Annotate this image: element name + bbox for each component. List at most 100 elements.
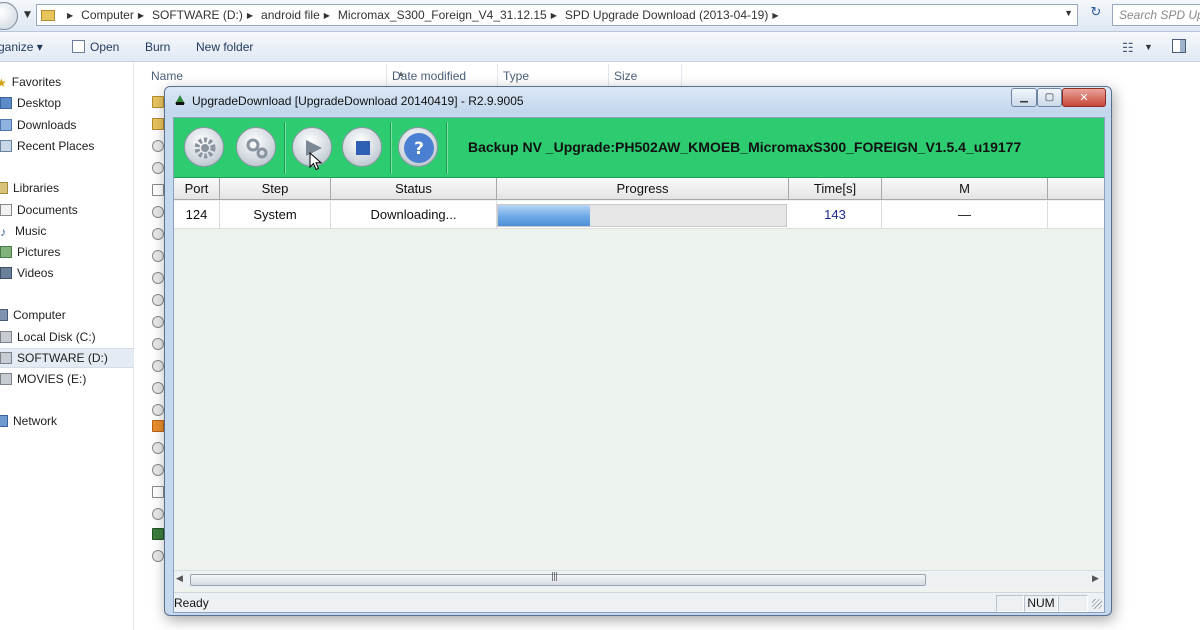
column-size[interactable]: Size	[614, 69, 637, 83]
chevron-right-icon[interactable]: ▶	[772, 11, 778, 20]
new-folder-button[interactable]: New folder	[196, 40, 253, 54]
breadcrumb-computer[interactable]: Computer	[81, 8, 134, 22]
breadcrumb-spd-folder[interactable]: SPD Upgrade Download (2013-04-19)	[565, 8, 768, 22]
scroll-left-icon[interactable]: ◀	[176, 574, 183, 584]
column-step[interactable]: Step	[220, 178, 331, 200]
chevron-right-icon[interactable]: ▶	[551, 11, 557, 20]
progress-bar-fill	[498, 205, 590, 226]
sidebar-item-music[interactable]: ♪ Music	[0, 221, 134, 241]
sidebar-item-libraries[interactable]: Libraries	[0, 178, 130, 198]
sidebar-item-label: Documents	[17, 203, 78, 217]
sidebar-item-software-drive[interactable]: SOFTWARE (D:)	[0, 348, 134, 368]
burn-button[interactable]: Burn	[145, 40, 170, 54]
sidebar-item-movies-drive[interactable]: MOVIES (E:)	[0, 369, 134, 389]
horizontal-scrollbar[interactable]: ◀ ||| ▶	[174, 570, 1104, 588]
window-title: UpgradeDownload [UpgradeDownload 2014041…	[192, 94, 524, 108]
view-options-icon[interactable]: ☷	[1122, 40, 1134, 56]
file-gear-icon[interactable]	[152, 338, 164, 350]
sidebar-item-recent-places[interactable]: Recent Places	[0, 136, 134, 156]
sidebar-item-label: Music	[15, 224, 47, 238]
help-button[interactable]: ?	[398, 127, 438, 167]
sidebar-item-desktop[interactable]: Desktop	[0, 93, 134, 113]
cell-port: 124	[174, 201, 220, 229]
folder-icon[interactable]	[152, 118, 164, 130]
downloads-icon	[0, 119, 12, 131]
file-gear-icon[interactable]	[152, 272, 164, 284]
open-icon	[72, 40, 85, 53]
sidebar-item-computer[interactable]: Computer	[0, 305, 130, 325]
file-gear-icon[interactable]	[152, 464, 164, 476]
file-list-header: ▲ Name Date modified Type Size	[135, 62, 1200, 86]
breadcrumb-micromax-folder[interactable]: Micromax_S300_Foreign_V4_31.12.15	[338, 8, 547, 22]
sidebar-item-downloads[interactable]: Downloads	[0, 115, 134, 135]
client-area: ? Backup NV _Upgrade:PH502AW_KMOEB_Micro…	[173, 117, 1105, 613]
file-gear-icon[interactable]	[152, 404, 164, 416]
chevron-right-icon[interactable]: ▶	[324, 11, 330, 20]
column-divider[interactable]	[386, 64, 387, 86]
back-button[interactable]	[0, 2, 18, 30]
open-button[interactable]: Open	[90, 40, 119, 54]
advanced-settings-button[interactable]	[236, 127, 276, 167]
close-button[interactable]: ✕	[1062, 88, 1106, 107]
address-dropdown-icon[interactable]: ▼	[1064, 8, 1073, 18]
column-date-modified[interactable]: Date modified	[392, 69, 466, 83]
column-m[interactable]: M	[882, 178, 1048, 200]
stop-button[interactable]	[342, 127, 382, 167]
file-gear-icon[interactable]	[152, 316, 164, 328]
file-gear-icon[interactable]	[152, 550, 164, 562]
folder-icon[interactable]	[152, 96, 164, 108]
minimize-button[interactable]: ▁	[1011, 88, 1037, 107]
sidebar-item-videos[interactable]: Videos	[0, 263, 134, 283]
sidebar-item-pictures[interactable]: Pictures	[0, 242, 134, 262]
preview-pane-icon[interactable]	[1172, 39, 1186, 53]
sidebar-item-network[interactable]: Network	[0, 411, 130, 431]
chevron-right-icon[interactable]: ▶	[138, 11, 144, 20]
column-divider[interactable]	[497, 64, 498, 86]
file-icon[interactable]	[152, 184, 164, 196]
breadcrumb-software-drive[interactable]: SOFTWARE (D:)	[152, 8, 243, 22]
vlc-icon[interactable]	[152, 420, 164, 432]
column-type[interactable]: Type	[503, 69, 529, 83]
column-status[interactable]: Status	[331, 178, 497, 200]
file-gear-icon[interactable]	[152, 250, 164, 262]
file-gear-icon[interactable]	[152, 294, 164, 306]
scroll-right-icon[interactable]: ▶	[1092, 574, 1099, 584]
column-port[interactable]: Port	[174, 178, 220, 200]
column-divider[interactable]	[681, 64, 682, 86]
status-panel	[996, 595, 1024, 612]
mouse-cursor-icon	[309, 152, 323, 171]
file-gear-icon[interactable]	[152, 162, 164, 174]
resize-grip-icon[interactable]	[1092, 599, 1102, 609]
file-gear-icon[interactable]	[152, 382, 164, 394]
title-bar[interactable]: UpgradeDownload [UpgradeDownload 2014041…	[165, 87, 1111, 113]
maximize-button[interactable]: ▢	[1037, 88, 1062, 107]
scrollbar-thumb[interactable]: |||	[190, 572, 926, 586]
file-gear-icon[interactable]	[152, 442, 164, 454]
file-icon[interactable]	[152, 486, 164, 498]
column-name[interactable]: Name	[151, 69, 183, 83]
file-gear-icon[interactable]	[152, 360, 164, 372]
port-list-header: Port Step Status Progress Time[s] M	[174, 178, 1104, 200]
view-dropdown-icon[interactable]: ▼	[1144, 42, 1153, 52]
file-gear-icon[interactable]	[152, 508, 164, 520]
breadcrumb-android-file[interactable]: android file	[261, 8, 320, 22]
app-icon[interactable]	[152, 528, 164, 540]
sidebar-item-favorites[interactable]: ★ Favorites	[0, 72, 130, 92]
file-gear-icon[interactable]	[152, 140, 164, 152]
settings-button[interactable]	[184, 127, 224, 167]
column-time[interactable]: Time[s]	[789, 178, 882, 200]
refresh-icon[interactable]: ↻	[1086, 5, 1106, 25]
column-divider[interactable]	[608, 64, 609, 86]
sidebar-item-local-disk[interactable]: Local Disk (C:)	[0, 327, 134, 347]
sidebar-item-documents[interactable]: Documents	[0, 200, 134, 220]
column-progress[interactable]: Progress	[497, 178, 789, 200]
file-gear-icon[interactable]	[152, 228, 164, 240]
chevron-right-icon[interactable]: ▶	[67, 11, 73, 20]
search-input[interactable]: Search SPD Upgr	[1112, 4, 1200, 26]
breadcrumb[interactable]: ▶ Computer ▶ SOFTWARE (D:) ▶ android fil…	[36, 4, 1078, 26]
chevron-right-icon[interactable]: ▶	[247, 11, 253, 20]
file-gear-icon[interactable]	[152, 206, 164, 218]
organize-menu[interactable]: ganize ▾	[0, 40, 43, 54]
table-row[interactable]: 124 System Downloading... 143 —	[174, 201, 1104, 229]
history-dropdown-icon[interactable]: ▼	[24, 10, 31, 20]
